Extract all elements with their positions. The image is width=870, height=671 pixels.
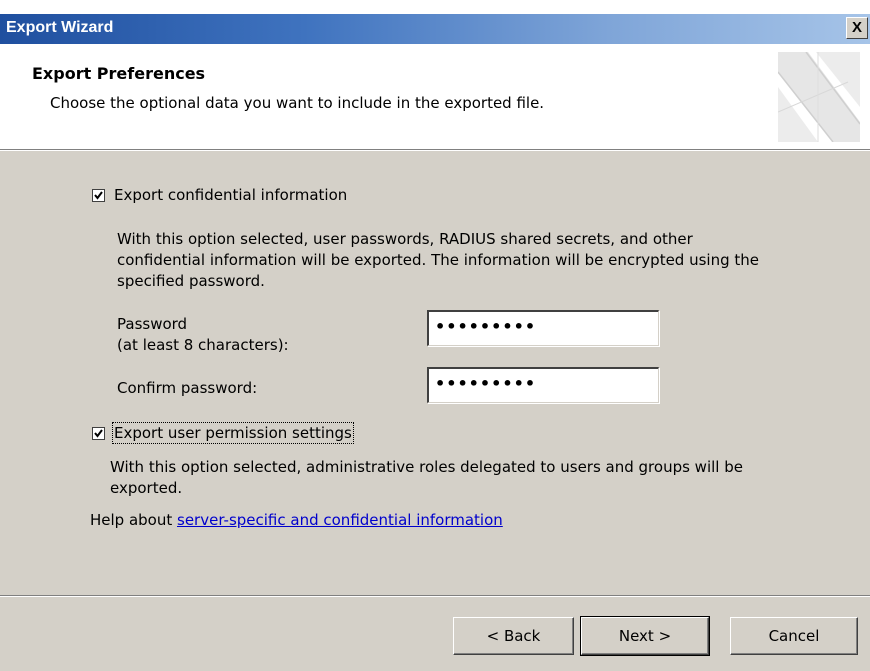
page-subtitle: Choose the optional data you want to inc…	[50, 94, 545, 112]
password-label: Password (at least 8 characters):	[117, 314, 289, 356]
confidential-description-line: With this option selected, user password…	[117, 230, 693, 248]
export-permissions-option[interactable]: Export user permission settings	[92, 422, 354, 444]
footer-divider	[0, 595, 870, 597]
back-button[interactable]: < Back	[453, 617, 574, 655]
confidential-description-line: specified password.	[117, 272, 265, 290]
cancel-button[interactable]: Cancel	[730, 617, 858, 655]
help-text: Help about server-specific and confident…	[90, 511, 503, 529]
permissions-description-line: exported.	[110, 479, 183, 497]
confidential-description: With this option selected, user password…	[117, 229, 759, 292]
next-button[interactable]: Next >	[580, 616, 710, 656]
help-link[interactable]: server-specific and confidential informa…	[177, 511, 503, 529]
confirm-password-input[interactable]: •••••••••	[427, 367, 659, 403]
export-confidential-checkbox[interactable]	[92, 188, 105, 202]
title-bar[interactable]: Export Wizard X	[0, 0, 870, 44]
title-bar-gradient	[0, 14, 870, 44]
checkmark-icon	[94, 190, 103, 200]
permissions-description: With this option selected, administrativ…	[110, 457, 743, 499]
help-prefix: Help about	[90, 511, 178, 529]
page-title: Export Preferences	[32, 64, 206, 83]
confidential-description-line: confidential information will be exporte…	[117, 251, 759, 269]
password-label-hint: (at least 8 characters):	[117, 336, 289, 354]
header-divider	[0, 149, 870, 151]
password-label-line: Password	[117, 315, 188, 333]
title-bar-top-strip	[0, 0, 870, 14]
permissions-description-line: With this option selected, administrativ…	[110, 458, 743, 476]
window-title: Export Wizard	[6, 19, 114, 36]
wizard-watermark-icon	[778, 52, 860, 142]
export-permissions-label[interactable]: Export user permission settings	[112, 422, 354, 444]
export-permissions-checkbox[interactable]	[92, 426, 105, 440]
export-confidential-label[interactable]: Export confidential information	[114, 186, 347, 204]
password-input[interactable]: •••••••••	[427, 310, 659, 346]
export-confidential-option[interactable]: Export confidential information	[92, 186, 347, 204]
close-button[interactable]: X	[846, 17, 868, 39]
confirm-password-label: Confirm password:	[117, 379, 258, 397]
checkmark-icon	[94, 428, 103, 438]
